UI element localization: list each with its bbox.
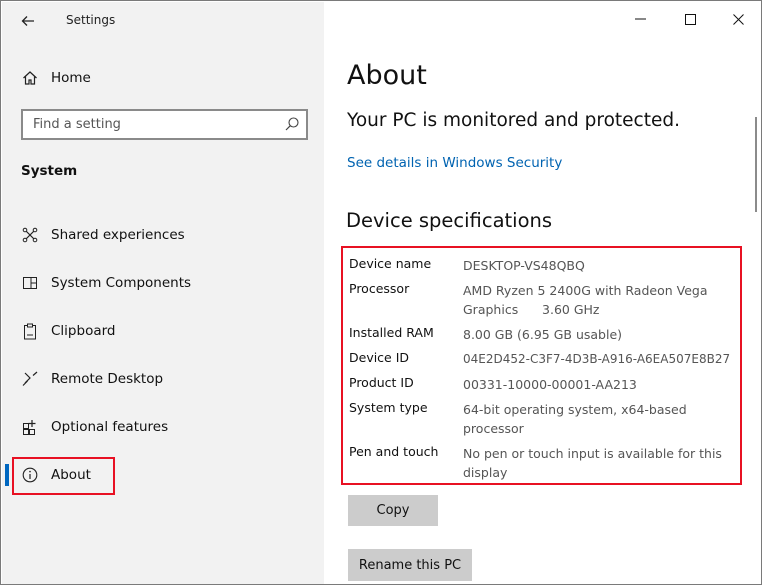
optional-features-icon (21, 418, 39, 436)
sidebar-item-label: Shared experiences (51, 227, 185, 243)
shared-experiences-icon (21, 226, 39, 244)
main-content: About Your PC is monitored and protected… (324, 2, 762, 584)
spec-key: Installed RAM (349, 325, 434, 340)
system-components-icon (21, 274, 39, 292)
home-icon (21, 69, 39, 87)
section-label: System (21, 163, 78, 179)
spec-key: Processor (349, 281, 410, 296)
spec-key: Pen and touch (349, 444, 439, 459)
settings-window: Settings Home System (0, 0, 762, 585)
windows-security-link[interactable]: See details in Windows Security (347, 155, 562, 171)
back-button[interactable] (14, 8, 42, 34)
sidebar-item-shared-experiences[interactable]: Shared experiences (2, 215, 324, 255)
sidebar-item-remote-desktop[interactable]: Remote Desktop (2, 359, 324, 399)
spec-value: 00331-10000-00001-AA213 (463, 377, 637, 392)
app-title: Settings (66, 13, 116, 27)
page-title: About (347, 60, 427, 91)
spec-value: DESKTOP-VS48QBQ (463, 258, 585, 273)
spec-value: 8.00 GB (6.95 GB usable) (463, 327, 623, 342)
spec-key: Device name (349, 256, 432, 271)
rename-pc-button[interactable]: Rename this PC (348, 549, 472, 581)
about-highlight-box (12, 457, 115, 495)
sidebar-item-label: Home (51, 70, 91, 86)
device-specs-heading: Device specifications (346, 209, 553, 232)
sidebar-item-system-components[interactable]: System Components (2, 263, 324, 303)
sidebar-item-label: Remote Desktop (51, 371, 164, 387)
device-specs-highlight-box: Device name DESKTOP-VS48QBQ Processor AM… (341, 246, 742, 485)
sidebar-item-clipboard[interactable]: Clipboard (2, 311, 324, 351)
search-box[interactable] (21, 109, 308, 140)
spec-value: 64-bit operating system, x64-based proce… (463, 402, 687, 436)
back-arrow-icon (21, 16, 34, 26)
clipboard-icon (21, 322, 39, 340)
protection-status: Your PC is monitored and protected. (347, 110, 680, 131)
sidebar-item-home[interactable]: Home (2, 62, 324, 94)
sidebar-item-label: System Components (51, 275, 192, 291)
copy-button[interactable]: Copy (348, 495, 438, 526)
spec-value: 04E2D452-C3F7-4D3B-A916-A6EA507E8B27 (463, 352, 731, 366)
spec-key: System type (349, 400, 428, 415)
remote-desktop-icon (21, 370, 39, 388)
spec-value: AMD Ryzen 5 2400G with Radeon Vega Graph… (463, 283, 712, 317)
sidebar-item-label: Optional features (51, 419, 169, 435)
search-input[interactable] (23, 111, 273, 138)
search-icon[interactable] (284, 116, 300, 132)
sidebar: Settings Home System (2, 2, 324, 584)
sidebar-item-label: Clipboard (51, 323, 116, 339)
spec-key: Device ID (349, 350, 410, 365)
spec-value: No pen or touch input is available for t… (463, 446, 722, 480)
spec-key: Product ID (349, 375, 414, 390)
sidebar-item-optional-features[interactable]: Optional features (2, 407, 324, 447)
scrollbar-thumb[interactable] (755, 117, 757, 212)
